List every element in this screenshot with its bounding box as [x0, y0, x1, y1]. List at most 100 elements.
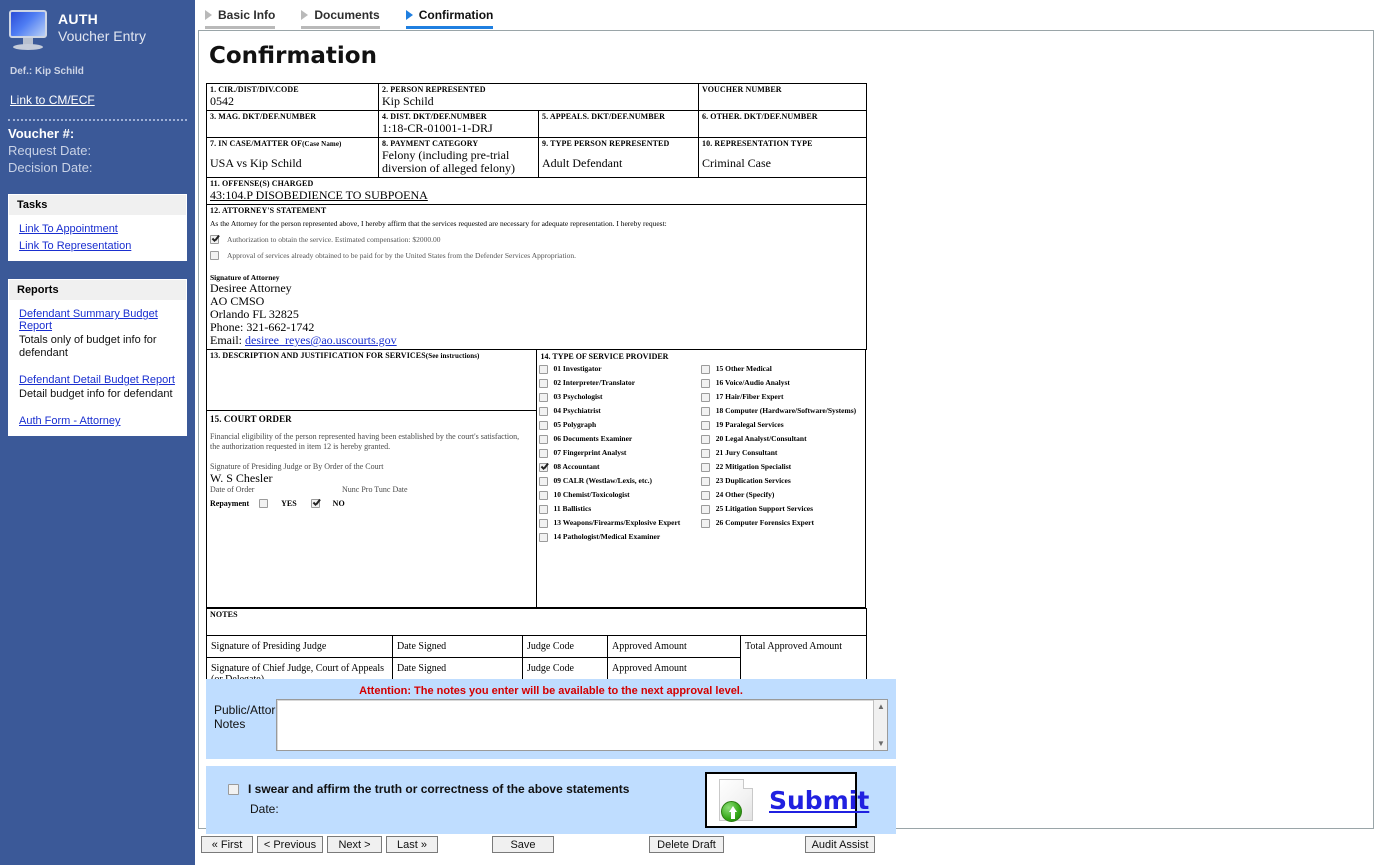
- checkbox-icon[interactable]: [538, 421, 548, 430]
- button-audit-assist[interactable]: Audit Assist: [805, 836, 875, 853]
- swear-affirm-row[interactable]: I swear and affirm the truth or correctn…: [228, 782, 629, 796]
- submit-button[interactable]: Submit: [705, 772, 869, 828]
- report-summary-desc: Totals only of budget info for defendant: [19, 334, 157, 359]
- option-approval-row[interactable]: Approval of services already obtained to…: [210, 251, 863, 261]
- checkbox-icon[interactable]: [538, 435, 548, 444]
- checkbox-icon[interactable]: [538, 519, 548, 528]
- checkbox-icon[interactable]: [538, 407, 548, 416]
- scroll-down-icon[interactable]: ▼: [874, 737, 888, 750]
- content-panel: Confirmation 1. CIR./DIST/DIV.CODE 0542 …: [198, 30, 1374, 834]
- checkbox-icon[interactable]: [700, 505, 710, 514]
- triangle-right-icon: [301, 10, 309, 20]
- table-row: 11. OFFENSE(S) CHARGED 43:104.P DISOBEDI…: [206, 177, 867, 205]
- checkbox-icon[interactable]: [538, 463, 548, 472]
- public-attorney-notes-input[interactable]: ▲ ▼: [276, 699, 888, 751]
- checkbox-icon[interactable]: [700, 477, 710, 486]
- provider-04-psychiatrist[interactable]: 04 Psychiatrist: [538, 406, 701, 416]
- checkbox-icon[interactable]: [700, 421, 710, 430]
- provider-11-ballistics[interactable]: 11 Ballistics: [538, 504, 701, 514]
- provider-09-calr[interactable]: 09 CALR (Westlaw/Lexis, etc.): [538, 476, 701, 486]
- public-attorney-notes-panel: Attention: The notes you enter will be a…: [206, 679, 896, 759]
- checkbox-icon[interactable]: [538, 379, 548, 388]
- field-label: 1. CIR./DIST/DIV.CODE: [210, 85, 299, 94]
- field-value: [210, 122, 375, 134]
- provider-15-other-medical[interactable]: 15 Other Medical: [700, 364, 863, 374]
- checkbox-icon[interactable]: [700, 393, 710, 402]
- provider-05-polygraph[interactable]: 05 Polygraph: [538, 420, 701, 430]
- task-link-to-representation[interactable]: Link To Representation: [9, 237, 186, 254]
- checkbox-swear-affirm[interactable]: [228, 783, 239, 795]
- section-label: 14. TYPE OF SERVICE PROVIDER: [540, 352, 669, 361]
- checkbox-icon[interactable]: [700, 449, 710, 458]
- report-defendant-detail-budget[interactable]: Defendant Detail Budget Report: [9, 371, 186, 388]
- provider-17-hair-fiber-expert[interactable]: 17 Hair/Fiber Expert: [700, 392, 863, 402]
- description-value: [210, 361, 533, 409]
- checkbox-repayment-yes[interactable]: [259, 499, 269, 508]
- attention-message: Attention: The notes you enter will be a…: [359, 685, 743, 697]
- reports-panel: Reports Defendant Summary Budget Report …: [8, 279, 187, 436]
- checkbox-icon[interactable]: [700, 519, 710, 528]
- provider-10-chemist-toxicologist[interactable]: 10 Chemist/Toxicologist: [538, 490, 701, 500]
- scroll-up-icon[interactable]: ▲: [874, 700, 888, 713]
- checkbox-icon[interactable]: [538, 477, 548, 486]
- provider-22-mitigation-specialist[interactable]: 22 Mitigation Specialist: [700, 462, 863, 472]
- provider-14-pathologist-medical-examiner[interactable]: 14 Pathologist/Medical Examiner: [538, 532, 701, 542]
- checkbox-icon[interactable]: [700, 365, 710, 374]
- provider-01-investigator[interactable]: 01 Investigator: [538, 364, 701, 374]
- checkbox-icon[interactable]: [538, 393, 548, 402]
- provider-19-paralegal-services[interactable]: 19 Paralegal Services: [700, 420, 863, 430]
- checkbox-icon[interactable]: [538, 533, 548, 542]
- link-to-cmecf[interactable]: Link to CM/ECF: [10, 93, 95, 107]
- task-link-to-appointment[interactable]: Link To Appointment: [9, 220, 186, 237]
- provider-08-accountant[interactable]: 08 Accountant: [538, 462, 701, 472]
- table-row: NOTES: [205, 608, 868, 636]
- option-authorization-row[interactable]: Authorization to obtain the service. Est…: [210, 235, 863, 245]
- checkbox-icon[interactable]: [538, 449, 548, 458]
- provider-18-computer[interactable]: 18 Computer (Hardware/Software/Systems): [700, 406, 863, 416]
- button-next[interactable]: Next >: [327, 836, 382, 853]
- checkbox-icon[interactable]: [538, 491, 548, 500]
- attorney-email-link[interactable]: desiree_reyes@ao.uscourts.gov: [245, 333, 397, 347]
- button-first[interactable]: « First: [201, 836, 253, 853]
- field-value: 0542: [210, 94, 234, 108]
- checkbox-authorization-to-obtain[interactable]: [210, 235, 219, 244]
- provider-20-legal-analyst-consultant[interactable]: 20 Legal Analyst/Consultant: [700, 434, 863, 444]
- swear-affirm-label: I swear and affirm the truth or correctn…: [248, 782, 630, 796]
- provider-07-fingerprint-analyst[interactable]: 07 Fingerprint Analyst: [538, 448, 701, 458]
- presiding-judge-name: W. S Chesler: [210, 471, 273, 485]
- report-auth-form-attorney[interactable]: Auth Form - Attorney: [9, 412, 186, 429]
- button-last[interactable]: Last »: [386, 836, 438, 853]
- checkbox-icon[interactable]: [700, 463, 710, 472]
- checkbox-approval-of-services[interactable]: [210, 251, 219, 260]
- document-upload-icon: [713, 777, 765, 823]
- field-appeals-dkt-def-number: 5. APPEALS. DKT/DEF.NUMBER: [538, 110, 699, 138]
- field-label: 9. TYPE PERSON REPRESENTED: [542, 139, 670, 148]
- provider-25-litigation-support-services[interactable]: 25 Litigation Support Services: [700, 504, 863, 514]
- voucher-number-label: Voucher #:: [8, 126, 75, 141]
- checkbox-icon[interactable]: [538, 505, 548, 514]
- table-row: 12. ATTORNEY'S STATEMENT As the Attorney…: [206, 204, 867, 350]
- checkbox-icon[interactable]: [538, 365, 548, 374]
- checkbox-repayment-no[interactable]: [310, 499, 320, 508]
- report-defendant-summary-budget[interactable]: Defendant Summary Budget Report: [9, 305, 186, 334]
- button-delete-draft[interactable]: Delete Draft: [649, 836, 724, 853]
- checkbox-icon[interactable]: [700, 491, 710, 500]
- button-save[interactable]: Save: [492, 836, 554, 853]
- provider-21-jury-consultant[interactable]: 21 Jury Consultant: [700, 448, 863, 458]
- provider-13-weapons-firearms-explosive-expert[interactable]: 13 Weapons/Firearms/Explosive Expert: [538, 518, 701, 528]
- checkbox-icon[interactable]: [700, 407, 710, 416]
- provider-16-voice-audio-analyst[interactable]: 16 Voice/Audio Analyst: [700, 378, 863, 388]
- checkbox-icon[interactable]: [700, 379, 710, 388]
- provider-23-duplication-services[interactable]: 23 Duplication Services: [700, 476, 863, 486]
- checkbox-icon[interactable]: [700, 435, 710, 444]
- provider-24-other-specify[interactable]: 24 Other (Specify): [700, 490, 863, 500]
- provider-26-computer-forensics-expert[interactable]: 26 Computer Forensics Expert: [700, 518, 863, 528]
- notes-scrollbar[interactable]: ▲ ▼: [873, 700, 887, 750]
- field-label: 10. REPRESENTATION TYPE: [702, 139, 813, 148]
- provider-03-psychologist[interactable]: 03 Psychologist: [538, 392, 701, 402]
- provider-06-documents-examiner[interactable]: 06 Documents Examiner: [538, 434, 701, 444]
- provider-02-interpreter-translator[interactable]: 02 Interpreter/Translator: [538, 378, 701, 388]
- button-previous[interactable]: < Previous: [257, 836, 323, 853]
- sections-13-14-15: 13. DESCRIPTION AND JUSTIFICATION FOR SE…: [206, 350, 866, 608]
- field-value: [702, 122, 863, 134]
